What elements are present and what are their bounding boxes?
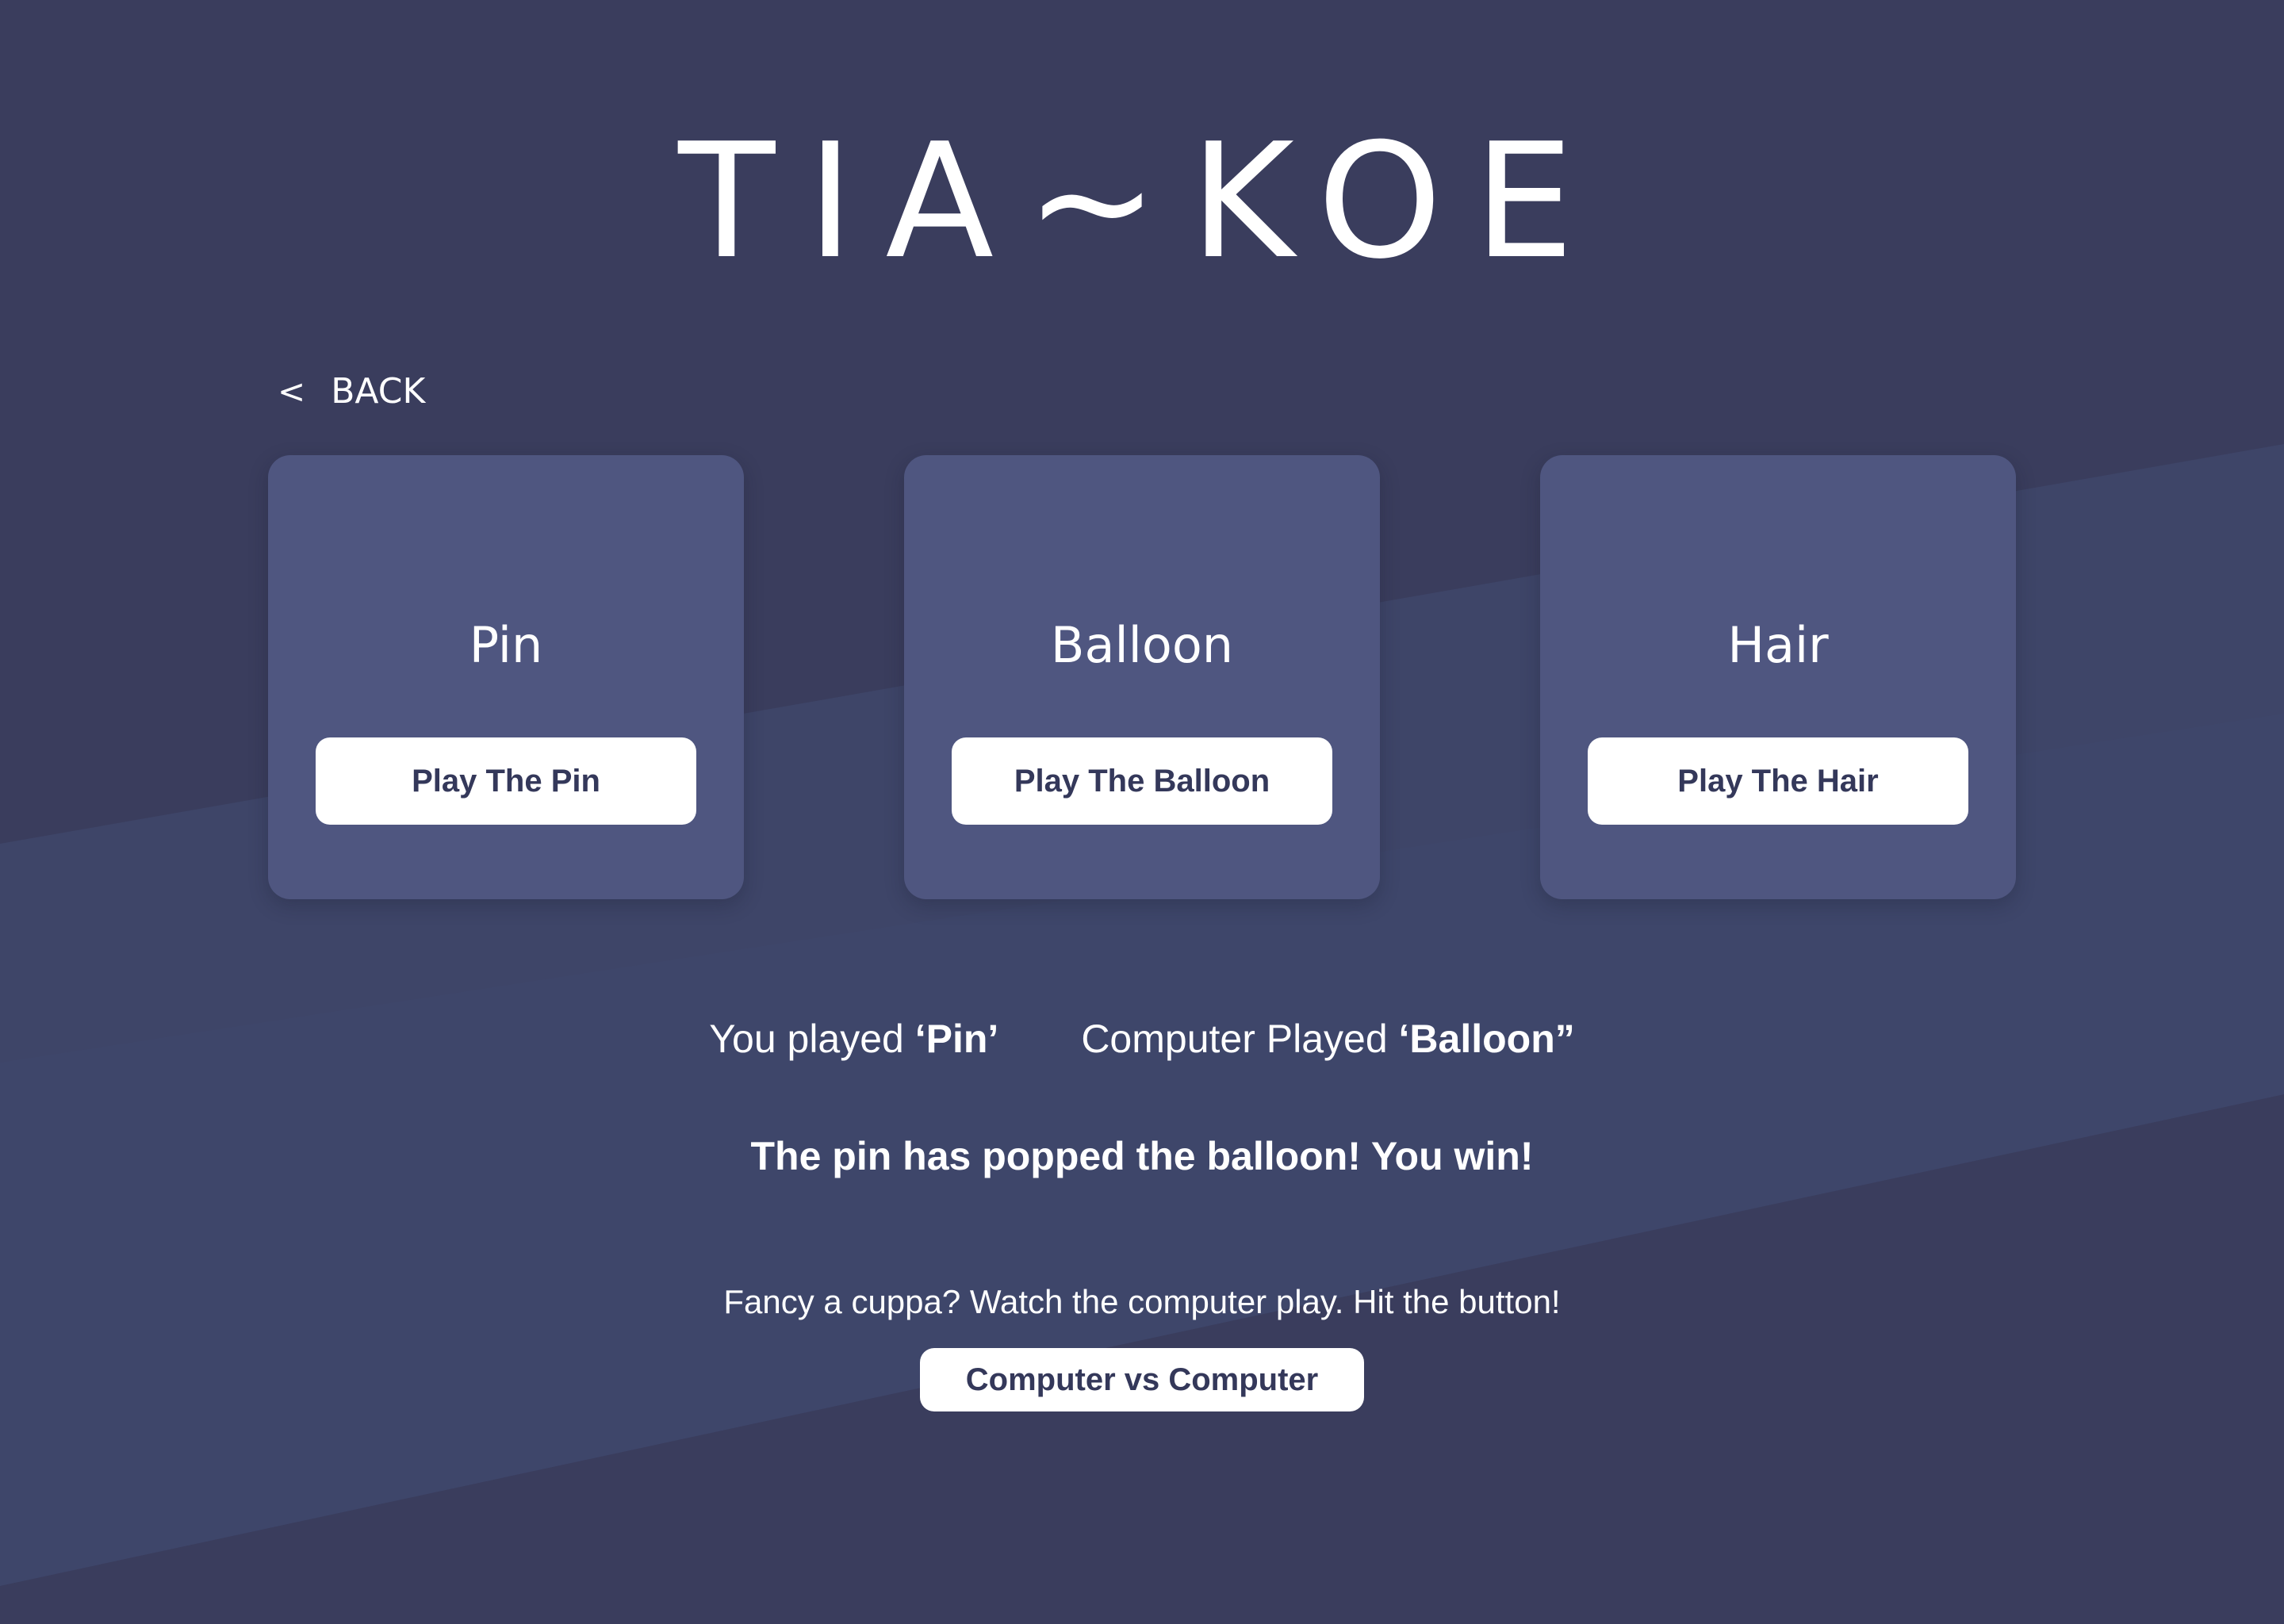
- app-logo: TIA~KOE: [678, 109, 1606, 294]
- auto-play-hint: Fancy a cuppa? Watch the computer play. …: [723, 1283, 1561, 1320]
- computer-played-prefix: Computer Played: [1081, 1017, 1399, 1061]
- card-title-balloon: Balloon: [1050, 616, 1234, 674]
- you-played-value: ‘Pin’: [914, 1017, 999, 1061]
- back-button[interactable]: < BACK: [278, 371, 425, 412]
- play-hair-button[interactable]: Play The Hair: [1588, 737, 1968, 825]
- play-pin-button[interactable]: Play The Pin: [316, 737, 696, 825]
- card-balloon: Balloon Play The Balloon: [904, 455, 1380, 899]
- computer-played-text: Computer Played ‘Balloon”: [1081, 1015, 1574, 1063]
- you-played-prefix: You played: [709, 1017, 915, 1061]
- computer-vs-computer-button[interactable]: Computer vs Computer: [920, 1348, 1364, 1411]
- play-balloon-button[interactable]: Play The Balloon: [952, 737, 1332, 825]
- computer-played-value: ‘Balloon”: [1398, 1017, 1575, 1061]
- played-summary: You played ‘Pin’ Computer Played ‘Balloo…: [0, 1015, 2284, 1063]
- card-hair: Hair Play The Hair: [1540, 455, 2016, 899]
- card-pin: Pin Play The Pin: [268, 455, 744, 899]
- back-label: BACK: [331, 371, 426, 412]
- chevron-left-icon: <: [278, 372, 306, 411]
- card-title-pin: Pin: [469, 616, 543, 674]
- you-played-text: You played ‘Pin’: [709, 1015, 998, 1063]
- card-title-hair: Hair: [1727, 616, 1829, 674]
- result-message: The pin has popped the balloon! You win!: [750, 1134, 1534, 1178]
